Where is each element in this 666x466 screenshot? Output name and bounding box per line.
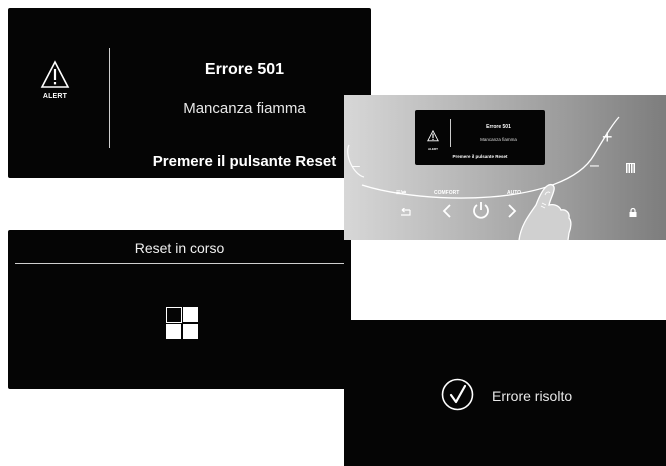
alert-triangle-icon	[40, 60, 70, 88]
resolved-screen: Errore risolto	[344, 320, 666, 466]
resolved-message: Errore risolto	[492, 388, 573, 404]
error-description: Mancanza fiamma	[183, 100, 306, 117]
alert-label: ALERT	[42, 93, 68, 100]
finger-hand-icon	[518, 183, 572, 240]
plus-button[interactable]: +	[602, 127, 613, 148]
lock-icon	[629, 208, 637, 217]
minus-right-button[interactable]: –	[590, 157, 599, 175]
reset-instruction: Premere il pulsante Reset	[152, 153, 337, 170]
radiator-icon	[626, 163, 635, 173]
error-code: Errore 501	[204, 61, 285, 78]
power-icon[interactable]	[471, 200, 491, 220]
divider	[109, 48, 110, 148]
minus-left-button[interactable]: –	[352, 157, 360, 173]
boiler-control-panel: ALERT Errore 501 Mancanza fiamma Premere…	[344, 95, 666, 240]
menu-mode-label: ☰/⇄	[396, 190, 407, 196]
alert-screen: ALERT Errore 501 Mancanza fiamma Premere…	[8, 8, 371, 178]
check-circle-icon	[441, 378, 474, 411]
loading-spinner-icon	[166, 307, 199, 340]
back-arrow-icon[interactable]	[398, 208, 412, 218]
alert-indicator: ALERT	[30, 60, 80, 100]
reset-screen: Reset in corso	[8, 230, 351, 389]
chevron-left-icon[interactable]	[442, 203, 452, 219]
reset-title: Reset in corso	[134, 240, 225, 256]
divider	[15, 263, 344, 264]
comfort-label: COMFORT	[434, 190, 460, 196]
